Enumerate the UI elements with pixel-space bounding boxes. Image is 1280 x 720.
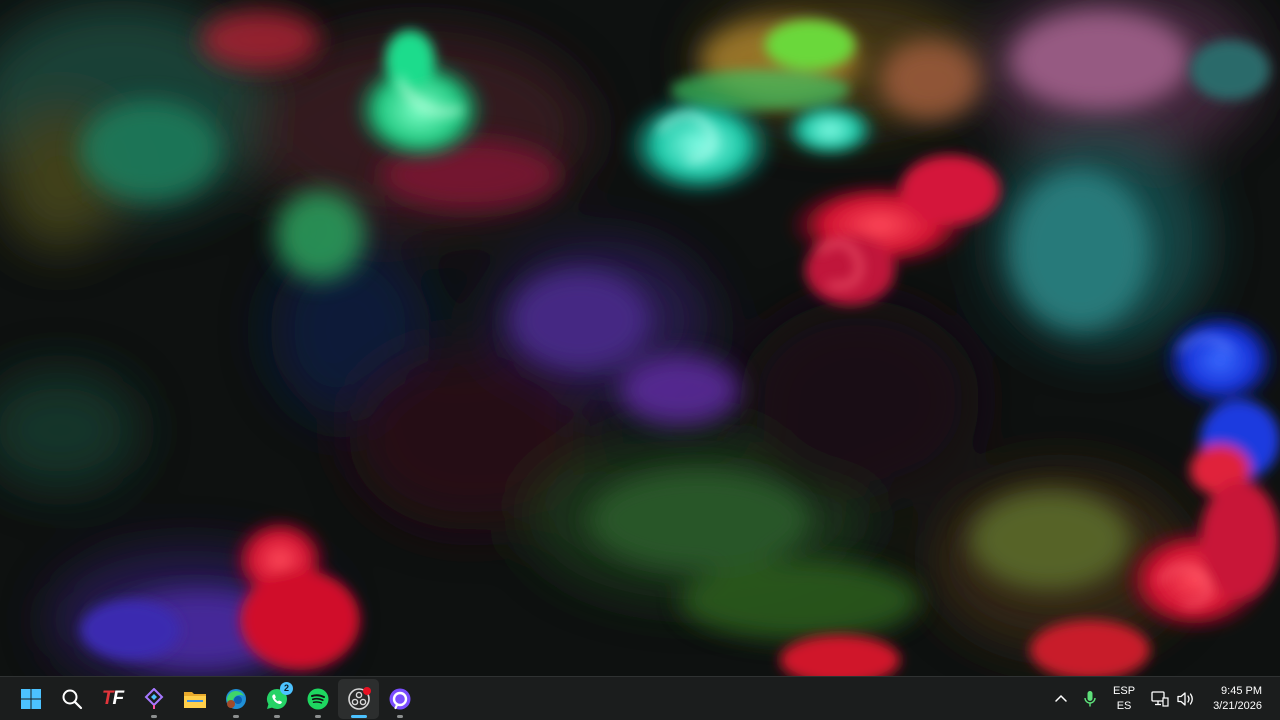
app-launcher-button[interactable] — [133, 679, 174, 719]
wallpaper-art — [0, 0, 1280, 676]
alexa-ring-icon — [388, 687, 412, 711]
input-language-button[interactable]: ESP ES — [1105, 684, 1143, 714]
search-icon — [61, 688, 83, 710]
folder-icon — [183, 688, 207, 710]
obs-record-icon — [347, 686, 371, 711]
network-icon — [1151, 690, 1169, 707]
edge-browser-button[interactable] — [215, 679, 256, 719]
clock-time: 9:45 PM — [1221, 684, 1262, 697]
microphone-button[interactable] — [1075, 681, 1105, 717]
windows-logo-icon — [20, 688, 42, 710]
file-explorer-button[interactable] — [174, 679, 215, 719]
keyboard-layout: ES — [1116, 699, 1132, 712]
active-indicator — [350, 714, 367, 718]
edge-icon — [224, 687, 248, 711]
speaker-icon — [1177, 691, 1195, 707]
whatsapp-button[interactable]: 2 — [256, 679, 297, 719]
tf-logo-icon: TF — [101, 687, 125, 710]
spotify-button[interactable] — [297, 679, 338, 719]
taskbar: TF 2 ESP ES 9:45 PM 3/21/2026 — [0, 676, 1280, 720]
spotify-icon — [306, 687, 330, 711]
tf-app-button[interactable]: TF — [92, 679, 133, 719]
running-indicator — [150, 714, 157, 718]
tf-logo-f: F — [112, 687, 125, 709]
quick-settings-button[interactable] — [1143, 681, 1199, 717]
language-code: ESP — [1113, 684, 1136, 697]
microphone-icon — [1082, 690, 1098, 708]
chevron-up-icon — [1054, 692, 1068, 706]
notification-badge: 2 — [280, 681, 293, 695]
running-indicator — [314, 714, 321, 718]
obs-button[interactable] — [338, 678, 379, 719]
clock-button[interactable]: 9:45 PM 3/21/2026 — [1199, 684, 1280, 714]
show-hidden-icons-button[interactable] — [1047, 681, 1075, 717]
running-indicator — [273, 714, 280, 718]
system-tray: ESP ES 9:45 PM 3/21/2026 — [1047, 677, 1280, 720]
running-indicator — [396, 714, 403, 718]
tf-logo-t: T — [101, 687, 114, 709]
running-indicator — [232, 714, 239, 718]
search-button[interactable] — [51, 679, 92, 719]
clock-date: 3/21/2026 — [1213, 699, 1262, 712]
alexa-button[interactable] — [379, 679, 420, 719]
taskbar-pinned-apps: TF 2 — [10, 677, 420, 720]
start-button[interactable] — [10, 679, 51, 719]
diamond-arrows-icon — [143, 687, 165, 710]
desktop-wallpaper — [0, 0, 1280, 676]
